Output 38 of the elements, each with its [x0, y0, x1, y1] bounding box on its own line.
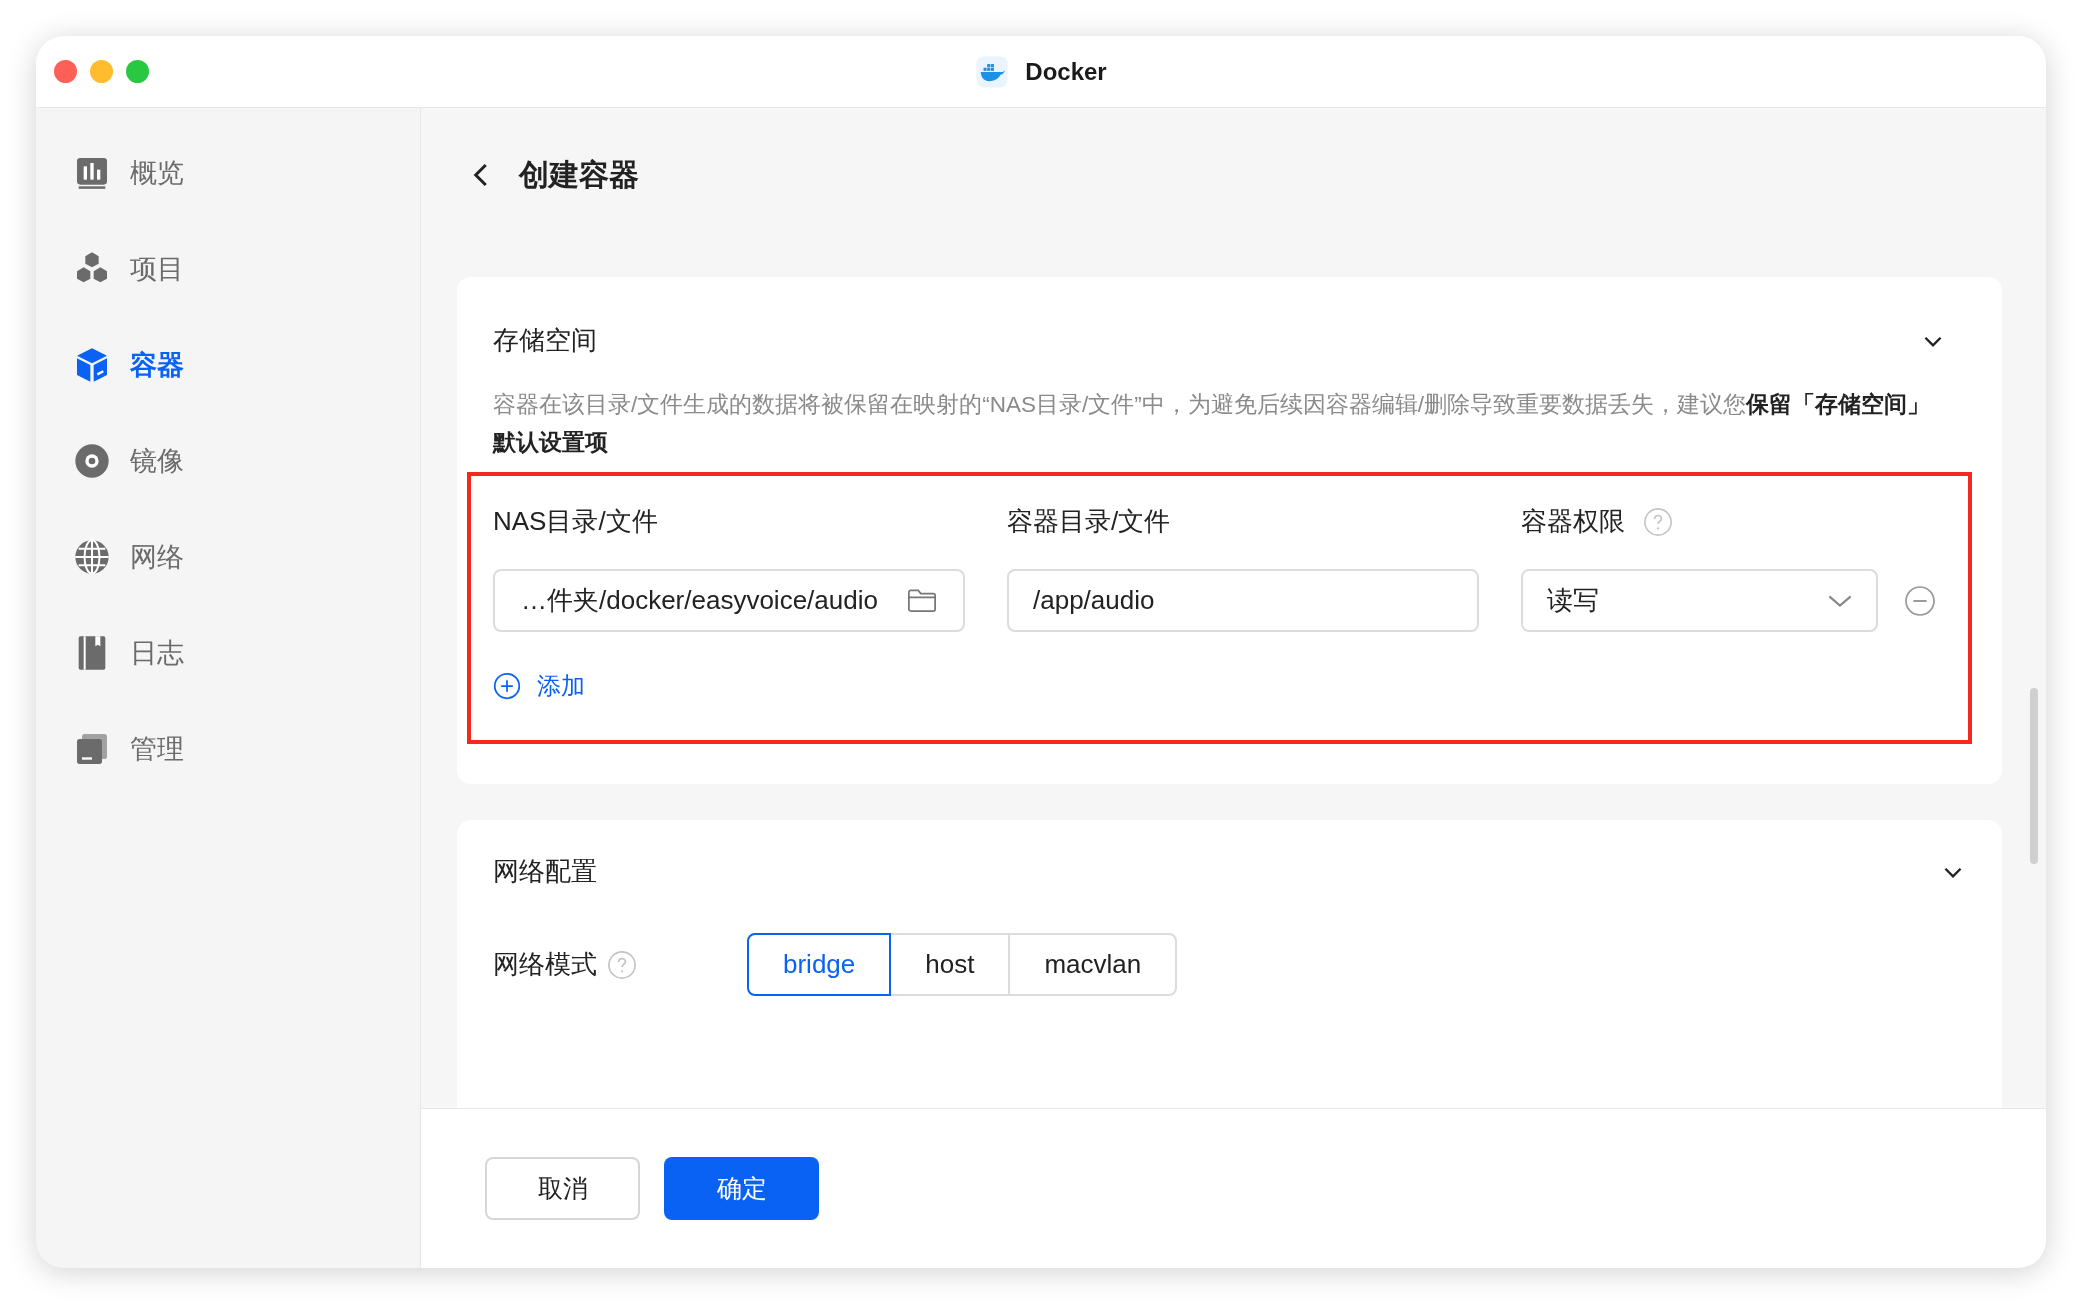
mode-tab[interactable]: host [889, 933, 1011, 996]
permission-select[interactable]: 读写 [1521, 569, 1878, 632]
minimize-window-button[interactable] [90, 60, 113, 83]
column-label: 容器权限 [1521, 505, 1625, 538]
help-icon[interactable] [1643, 506, 1673, 537]
folder-icon[interactable] [907, 587, 937, 614]
dropdown-icon [1828, 593, 1852, 608]
add-icon [493, 672, 521, 700]
sidebar-item[interactable]: 概览 [72, 153, 384, 193]
whale-icon [975, 54, 1010, 89]
sidebar-item[interactable]: 容器 [72, 345, 384, 385]
mode-tab[interactable]: bridge [747, 933, 892, 996]
window-title: Docker [1025, 56, 1107, 87]
page-title: 创建容器 [519, 157, 639, 193]
add-link[interactable]: 添加 [493, 668, 585, 704]
remove-icon[interactable] [1904, 584, 1936, 617]
cancel-button[interactable]: 取消 [485, 1157, 640, 1220]
sidebar-item[interactable]: 项目 [72, 249, 384, 289]
zoom-window-button[interactable] [126, 60, 149, 83]
section-title: 存储空间 [493, 324, 597, 357]
nas-path-field[interactable]: …件夹/docker/easyvoice/audio [493, 569, 965, 632]
container-path-field[interactable]: /app/audio [1007, 569, 1479, 632]
mode-tab[interactable]: macvlan [1008, 933, 1178, 996]
sidebar-item[interactable]: 管理 [72, 729, 384, 769]
column-label: 容器目录/文件 [1007, 505, 1171, 538]
scrollbar[interactable] [2030, 688, 2038, 864]
section-title: 网络配置 [493, 855, 597, 888]
globe-icon [72, 537, 112, 577]
field-label: 网络模式 [493, 948, 597, 981]
sidebar-item[interactable]: 网络 [72, 537, 384, 577]
confirm-button[interactable]: 确定 [664, 1157, 819, 1220]
storage-description: 容器在该目录/文件生成的数据将被保留在映射的“NAS目录/文件”中，为避免后续因容器编辑/删除导致重要数据丢失，建议您保留「存储空间」默认设置项 [493, 391, 1931, 457]
column-label: NAS目录/文件 [493, 505, 658, 538]
help-icon[interactable] [607, 949, 637, 980]
sidebar-item[interactable]: 日志 [72, 633, 384, 673]
sidebar-item[interactable]: 镜像 [72, 441, 384, 481]
disc-icon [72, 441, 112, 481]
close-window-button[interactable] [54, 60, 77, 83]
